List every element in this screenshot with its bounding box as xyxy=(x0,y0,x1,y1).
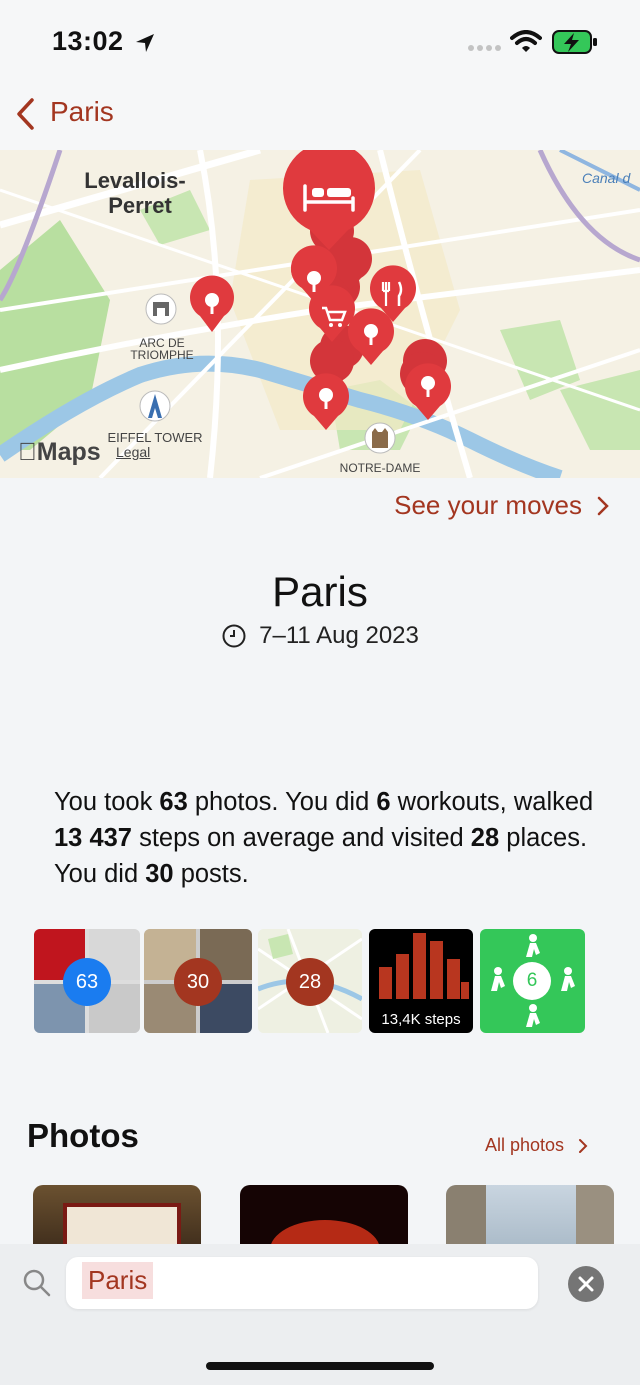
maps-legal-link[interactable]: Legal xyxy=(116,444,150,460)
battery-charging-icon xyxy=(552,30,597,54)
workouts-tile[interactable]: 6 xyxy=(480,929,585,1033)
trip-summary: You took 63 photos. You did 6 workouts, … xyxy=(54,788,594,888)
arc-de-triomphe-landmark-icon[interactable] xyxy=(145,293,177,325)
steps-tile[interactable]: 13,4K steps xyxy=(369,929,473,1033)
chevron-right-icon xyxy=(579,1138,588,1153)
trip-dates: 7–11 Aug 2023 xyxy=(259,622,419,649)
workouts-count: 6 xyxy=(526,970,538,991)
back-chevron-icon[interactable] xyxy=(14,97,38,131)
notre-dame-landmark-icon[interactable] xyxy=(364,422,396,454)
posts-tile[interactable]: 30 xyxy=(144,929,252,1033)
location-arrow-icon xyxy=(136,34,154,52)
steps-bar-chart-icon xyxy=(379,933,469,999)
eiffel-tower-landmark-icon[interactable] xyxy=(139,390,171,422)
map-canvas: Levallois- Perret ARC DE TRIOMPHE EIFFEL… xyxy=(0,150,640,478)
places-tile[interactable]: 28 xyxy=(258,929,362,1033)
status-time: 13:02 xyxy=(52,26,124,56)
svg-text:Perret: Perret xyxy=(108,193,172,218)
trip-title: Paris xyxy=(272,568,368,615)
chevron-right-icon xyxy=(597,496,609,515)
places-count-badge: 28 xyxy=(286,958,334,1006)
svg-text:Canal d: Canal d xyxy=(582,170,631,186)
photos-section-heading: Photos xyxy=(27,1117,139,1154)
search-token[interactable]: Paris xyxy=(82,1262,154,1299)
clear-search-icon[interactable] xyxy=(568,1266,604,1302)
all-photos-link[interactable]: All photos xyxy=(485,1135,588,1156)
svg-text:TRIOMPHE: TRIOMPHE xyxy=(130,348,193,362)
search-icon xyxy=(23,1269,51,1297)
back-button[interactable]: Paris xyxy=(50,96,114,128)
photos-tile[interactable]: 63 xyxy=(34,929,140,1033)
trip-date-row: 7–11 Aug 2023 xyxy=(0,622,640,650)
posts-count-badge: 30 xyxy=(174,958,222,1006)
steps-label: 13,4K steps xyxy=(381,1011,461,1028)
see-your-moves-label: See your moves xyxy=(394,490,582,520)
photos-count-badge: 63 xyxy=(63,958,111,1006)
cellular-signal-icon xyxy=(468,45,501,51)
svg-text:Levallois-: Levallois- xyxy=(84,168,185,193)
see-your-moves-link[interactable]: See your moves xyxy=(394,490,610,521)
all-photos-label: All photos xyxy=(484,1135,564,1155)
trip-map[interactable]: Levallois- Perret ARC DE TRIOMPHE EIFFEL… xyxy=(0,150,640,478)
wifi-icon xyxy=(510,30,542,52)
svg-text:EIFFEL TOWER: EIFFEL TOWER xyxy=(107,430,202,445)
apple-maps-logo: Maps xyxy=(18,438,101,466)
clock-icon xyxy=(222,624,246,648)
home-indicator xyxy=(206,1362,434,1370)
svg-text:NOTRE-DAME: NOTRE-DAME xyxy=(340,461,421,475)
